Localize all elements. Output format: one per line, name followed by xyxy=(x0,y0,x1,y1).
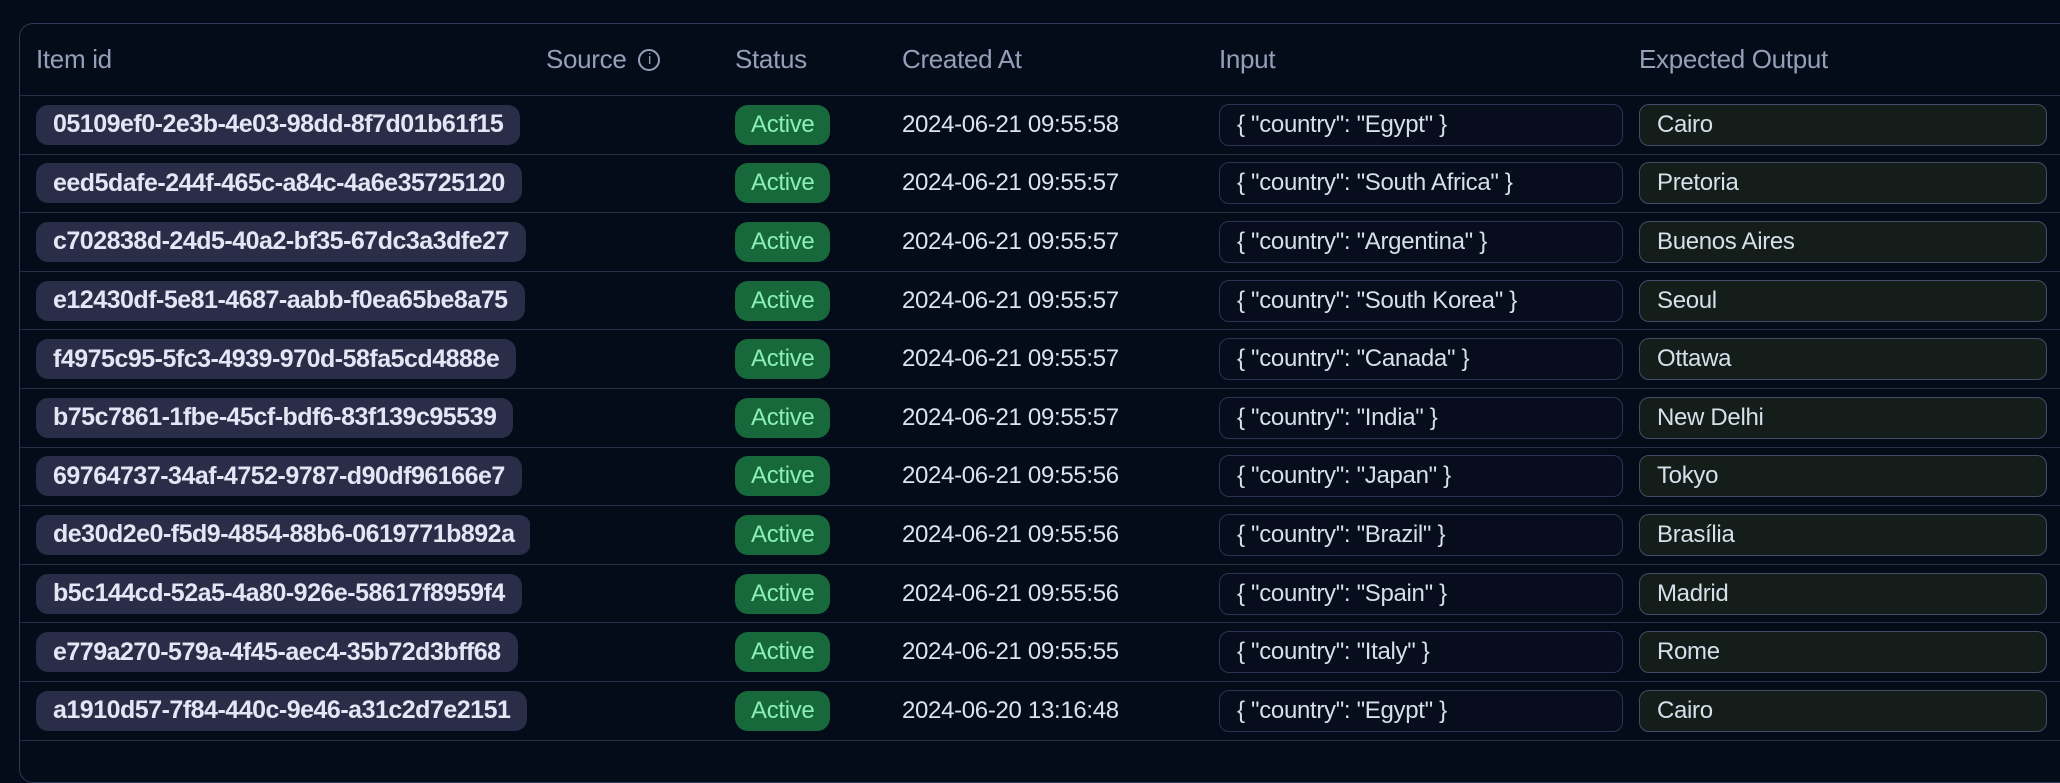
table-row[interactable]: 69764737-34af-4752-9787-d90df96166e7 Act… xyxy=(20,448,2060,507)
item-id-badge[interactable]: c702838d-24d5-40a2-bf35-67dc3a3dfe27 xyxy=(36,222,526,262)
status-badge: Active xyxy=(735,398,830,438)
table-row[interactable]: c702838d-24d5-40a2-bf35-67dc3a3dfe27 Act… xyxy=(20,213,2060,272)
source-cell xyxy=(530,565,719,623)
input-preview: { "country": "Italy" } xyxy=(1219,631,1623,673)
source-cell xyxy=(530,623,719,681)
table-row[interactable]: b5c144cd-52a5-4a80-926e-58617f8959f4 Act… xyxy=(20,565,2060,624)
status-badge: Active xyxy=(735,632,830,672)
item-id-badge[interactable]: b5c144cd-52a5-4a80-926e-58617f8959f4 xyxy=(36,574,522,614)
status-badge: Active xyxy=(735,691,830,731)
input-preview: { "country": "Japan" } xyxy=(1219,455,1623,497)
created-at: 2024-06-21 09:55:57 xyxy=(886,213,1203,271)
source-cell xyxy=(530,389,719,447)
column-header-source: Source i xyxy=(530,44,719,75)
table-row[interactable]: b75c7861-1fbe-45cf-bdf6-83f139c95539 Act… xyxy=(20,389,2060,448)
input-preview: { "country": "India" } xyxy=(1219,397,1623,439)
created-at: 2024-06-21 09:55:57 xyxy=(886,272,1203,330)
source-cell xyxy=(530,272,719,330)
source-cell xyxy=(530,682,719,740)
status-badge: Active xyxy=(735,281,830,321)
source-cell xyxy=(530,330,719,388)
expected-output-preview: Buenos Aires xyxy=(1639,221,2047,263)
item-id-badge[interactable]: b75c7861-1fbe-45cf-bdf6-83f139c95539 xyxy=(36,398,513,438)
dataset-items-table: Item id Source i Status Created At Input… xyxy=(19,23,2060,783)
input-preview: { "country": "Canada" } xyxy=(1219,338,1623,380)
table-row[interactable]: de30d2e0-f5d9-4854-88b6-0619771b892a Act… xyxy=(20,506,2060,565)
item-id-badge[interactable]: a1910d57-7f84-440c-9e46-a31c2d7e2151 xyxy=(36,691,527,731)
column-header-input: Input xyxy=(1203,44,1623,75)
created-at: 2024-06-21 09:55:57 xyxy=(886,155,1203,213)
table-header: Item id Source i Status Created At Input… xyxy=(20,24,2060,96)
expected-output-preview: Pretoria xyxy=(1639,162,2047,204)
status-badge: Active xyxy=(735,105,830,145)
source-cell xyxy=(530,96,719,154)
source-cell xyxy=(530,213,719,271)
table-row[interactable]: eed5dafe-244f-465c-a84c-4a6e35725120 Act… xyxy=(20,155,2060,214)
expected-output-preview: New Delhi xyxy=(1639,397,2047,439)
expected-output-preview: Ottawa xyxy=(1639,338,2047,380)
expected-output-preview: Brasília xyxy=(1639,514,2047,556)
info-icon[interactable]: i xyxy=(638,49,660,71)
status-badge: Active xyxy=(735,456,830,496)
status-badge: Active xyxy=(735,515,830,555)
table-row[interactable]: 05109ef0-2e3b-4e03-98dd-8f7d01b61f15 Act… xyxy=(20,96,2060,155)
item-id-badge[interactable]: e779a270-579a-4f45-aec4-35b72d3bff68 xyxy=(36,632,518,672)
created-at: 2024-06-21 09:55:58 xyxy=(886,96,1203,154)
created-at: 2024-06-21 09:55:56 xyxy=(886,565,1203,623)
source-cell xyxy=(530,448,719,506)
expected-output-preview: Cairo xyxy=(1639,690,2047,732)
item-id-badge[interactable]: f4975c95-5fc3-4939-970d-58fa5cd4888e xyxy=(36,339,516,379)
input-preview: { "country": "South Korea" } xyxy=(1219,280,1623,322)
input-preview: { "country": "Brazil" } xyxy=(1219,514,1623,556)
item-id-badge[interactable]: 05109ef0-2e3b-4e03-98dd-8f7d01b61f15 xyxy=(36,105,520,145)
expected-output-preview: Madrid xyxy=(1639,573,2047,615)
created-at: 2024-06-21 09:55:57 xyxy=(886,330,1203,388)
status-badge: Active xyxy=(735,222,830,262)
table-row[interactable]: e779a270-579a-4f45-aec4-35b72d3bff68 Act… xyxy=(20,623,2060,682)
column-header-status: Status xyxy=(719,44,886,75)
item-id-badge[interactable]: e12430df-5e81-4687-aabb-f0ea65be8a75 xyxy=(36,281,525,321)
created-at: 2024-06-21 09:55:57 xyxy=(886,389,1203,447)
status-badge: Active xyxy=(735,339,830,379)
expected-output-preview: Cairo xyxy=(1639,104,2047,146)
column-header-expected-output: Expected Output xyxy=(1623,44,2060,75)
table-row[interactable]: e12430df-5e81-4687-aabb-f0ea65be8a75 Act… xyxy=(20,272,2060,331)
input-preview: { "country": "Egypt" } xyxy=(1219,104,1623,146)
expected-output-preview: Rome xyxy=(1639,631,2047,673)
expected-output-preview: Seoul xyxy=(1639,280,2047,322)
status-badge: Active xyxy=(735,574,830,614)
table-row[interactable]: a1910d57-7f84-440c-9e46-a31c2d7e2151 Act… xyxy=(20,682,2060,741)
input-preview: { "country": "South Africa" } xyxy=(1219,162,1623,204)
created-at: 2024-06-21 09:55:56 xyxy=(886,448,1203,506)
item-id-badge[interactable]: eed5dafe-244f-465c-a84c-4a6e35725120 xyxy=(36,163,522,203)
expected-output-preview: Tokyo xyxy=(1639,455,2047,497)
input-preview: { "country": "Argentina" } xyxy=(1219,221,1623,263)
input-preview: { "country": "Spain" } xyxy=(1219,573,1623,615)
column-header-created-at: Created At xyxy=(886,44,1203,75)
source-cell xyxy=(530,155,719,213)
item-id-badge[interactable]: 69764737-34af-4752-9787-d90df96166e7 xyxy=(36,456,522,496)
input-preview: { "country": "Egypt" } xyxy=(1219,690,1623,732)
created-at: 2024-06-21 09:55:56 xyxy=(886,506,1203,564)
created-at: 2024-06-21 09:55:55 xyxy=(886,623,1203,681)
source-cell xyxy=(530,506,719,564)
created-at: 2024-06-20 13:16:48 xyxy=(886,682,1203,740)
table-row[interactable]: f4975c95-5fc3-4939-970d-58fa5cd4888e Act… xyxy=(20,330,2060,389)
status-badge: Active xyxy=(735,163,830,203)
item-id-badge[interactable]: de30d2e0-f5d9-4854-88b6-0619771b892a xyxy=(36,515,530,555)
column-header-item-id: Item id xyxy=(20,44,530,75)
